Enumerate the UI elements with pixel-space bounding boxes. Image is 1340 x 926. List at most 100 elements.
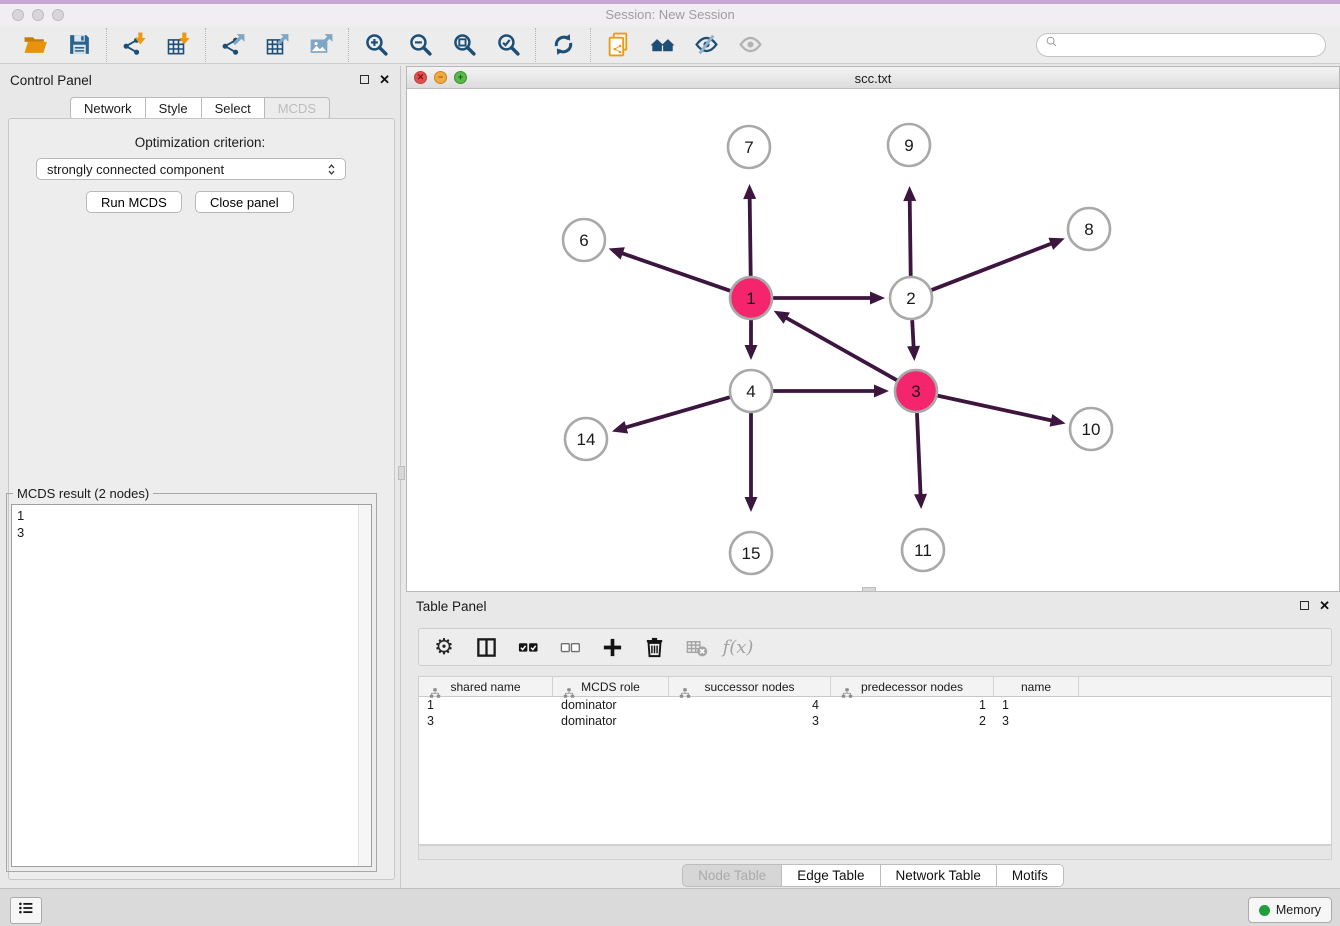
gear-button[interactable]: ⚙ <box>431 634 457 660</box>
column-label: name <box>1021 680 1051 694</box>
table-panel-title: Table Panel <box>416 599 487 614</box>
cell-successor-nodes[interactable]: 4 <box>669 697 831 713</box>
tab-network-table[interactable]: Network Table <box>880 864 996 887</box>
graph-arrowhead <box>745 345 758 360</box>
home-button[interactable] <box>647 30 677 60</box>
cell-name[interactable]: 3 <box>994 713 1079 729</box>
toolbar-group <box>107 30 205 60</box>
graph-edge-2-9[interactable] <box>910 199 911 276</box>
zoom-selected-button[interactable] <box>493 30 523 60</box>
graph-edge-2-3[interactable] <box>912 320 914 348</box>
zoom-out-button[interactable] <box>405 30 435 60</box>
tab-style[interactable]: Style <box>145 97 201 120</box>
add-button[interactable] <box>599 634 625 660</box>
mcds-result-title: MCDS result (2 nodes) <box>13 486 153 501</box>
memory-label: Memory <box>1276 903 1321 917</box>
search-input[interactable] <box>1064 36 1317 53</box>
toolbar-group <box>349 30 535 60</box>
cell-predecessor-nodes[interactable]: 2 <box>831 713 994 729</box>
export-network-button[interactable] <box>218 30 248 60</box>
graph-edge-3-11[interactable] <box>917 413 921 496</box>
trash-button[interactable] <box>641 634 667 660</box>
columns-button[interactable] <box>473 634 499 660</box>
cell-shared-name[interactable]: 1 <box>419 697 553 713</box>
save-icon <box>67 32 92 57</box>
selected-option: strongly connected component <box>47 162 224 177</box>
import-network-icon <box>122 32 147 57</box>
network-canvas[interactable]: 1234678910111415 <box>407 89 1339 591</box>
column-label: successor nodes <box>704 680 794 694</box>
graph-node-label-2: 2 <box>906 289 915 308</box>
column-header-successor-nodes[interactable]: successor nodes <box>669 677 831 696</box>
network-graph[interactable]: 1234678910111415 <box>407 89 1339 591</box>
tab-motifs[interactable]: Motifs <box>996 864 1064 887</box>
clone-network-button[interactable] <box>603 30 633 60</box>
mcds-result-scrollbar[interactable] <box>358 505 371 866</box>
column-header-predecessor-nodes[interactable]: predecessor nodes <box>831 677 994 696</box>
tab-edge-table[interactable]: Edge Table <box>781 864 879 887</box>
column-header-name[interactable]: name <box>994 677 1079 696</box>
export-table-button[interactable] <box>262 30 292 60</box>
tab-mcds[interactable]: MCDS <box>264 97 330 120</box>
cell-MCDS-role[interactable]: dominator <box>553 697 669 713</box>
table-row[interactable]: 1dominator411 <box>419 697 1331 713</box>
export-image-button[interactable] <box>306 30 336 60</box>
mcds-result-text[interactable]: 1 3 <box>11 504 372 867</box>
graph-arrowhead <box>874 385 889 398</box>
control-panel-tabs: NetworkStyleSelectMCDS <box>0 97 400 120</box>
zoom-fit-button[interactable] <box>449 30 479 60</box>
float-table-panel-icon[interactable] <box>1300 601 1309 610</box>
column-header-MCDS-role[interactable]: MCDS role <box>553 677 669 696</box>
window-top-accent <box>0 0 1340 4</box>
hide-selected-button[interactable] <box>691 30 721 60</box>
task-history-button[interactable] <box>10 897 42 924</box>
cell-successor-nodes[interactable]: 3 <box>669 713 831 729</box>
panel-split-handle[interactable] <box>398 466 405 480</box>
export-network-icon <box>221 32 246 57</box>
optimization-criterion-select[interactable]: strongly connected component <box>36 158 346 180</box>
float-panel-icon[interactable] <box>360 75 369 84</box>
search-box[interactable] <box>1036 33 1326 57</box>
open-folder-button[interactable] <box>20 30 50 60</box>
column-header-shared-name[interactable]: shared name <box>419 677 553 696</box>
column-label: MCDS role <box>581 680 640 694</box>
graph-node-label-14: 14 <box>577 430 596 449</box>
node-table: shared name MCDS role successor nodes prede… <box>418 676 1332 845</box>
close-panel-button[interactable]: Close panel <box>195 191 294 213</box>
cell-name[interactable]: 1 <box>994 697 1079 713</box>
cell-shared-name[interactable]: 3 <box>419 713 553 729</box>
cell-MCDS-role[interactable]: dominator <box>553 713 669 729</box>
memory-status-icon <box>1259 905 1270 916</box>
graph-edge-4-14[interactable] <box>624 397 729 428</box>
table-scrollbar-track[interactable] <box>418 845 1332 860</box>
function-button[interactable]: f(x) <box>725 634 751 660</box>
graph-edge-2-8[interactable] <box>932 243 1053 290</box>
table-row[interactable]: 3dominator323 <box>419 713 1331 729</box>
zoom-in-button[interactable] <box>361 30 391 60</box>
tab-node-table[interactable]: Node Table <box>682 864 781 887</box>
tab-network[interactable]: Network <box>70 97 145 120</box>
save-button[interactable] <box>64 30 94 60</box>
deselect-all-button[interactable] <box>557 634 583 660</box>
import-table-button[interactable] <box>163 30 193 60</box>
import-network-button[interactable] <box>119 30 149 60</box>
select-all-button[interactable] <box>515 634 541 660</box>
graph-edge-1-7[interactable] <box>750 197 751 276</box>
close-table-panel-icon[interactable]: ✕ <box>1319 599 1330 612</box>
graph-edge-1-6[interactable] <box>621 253 730 291</box>
graph-edge-3-10[interactable] <box>937 396 1052 421</box>
cell-predecessor-nodes[interactable]: 1 <box>831 697 994 713</box>
delete-table-button[interactable] <box>683 634 709 660</box>
graph-edge-3-1[interactable] <box>785 317 897 380</box>
network-window-titlebar[interactable]: ✕ − + scc.txt <box>407 67 1339 89</box>
run-mcds-button[interactable]: Run MCDS <box>86 191 182 213</box>
graph-node-label-9: 9 <box>904 136 913 155</box>
network-view-window: ✕ − + scc.txt 1234678910111415 <box>406 66 1340 592</box>
refresh-button[interactable] <box>548 30 578 60</box>
deselect-all-icon <box>559 636 582 659</box>
trash-icon <box>643 636 666 659</box>
memory-button[interactable]: Memory <box>1248 897 1332 923</box>
close-panel-icon[interactable]: ✕ <box>379 73 390 86</box>
show-all-button[interactable] <box>735 30 765 60</box>
tab-select[interactable]: Select <box>201 97 264 120</box>
